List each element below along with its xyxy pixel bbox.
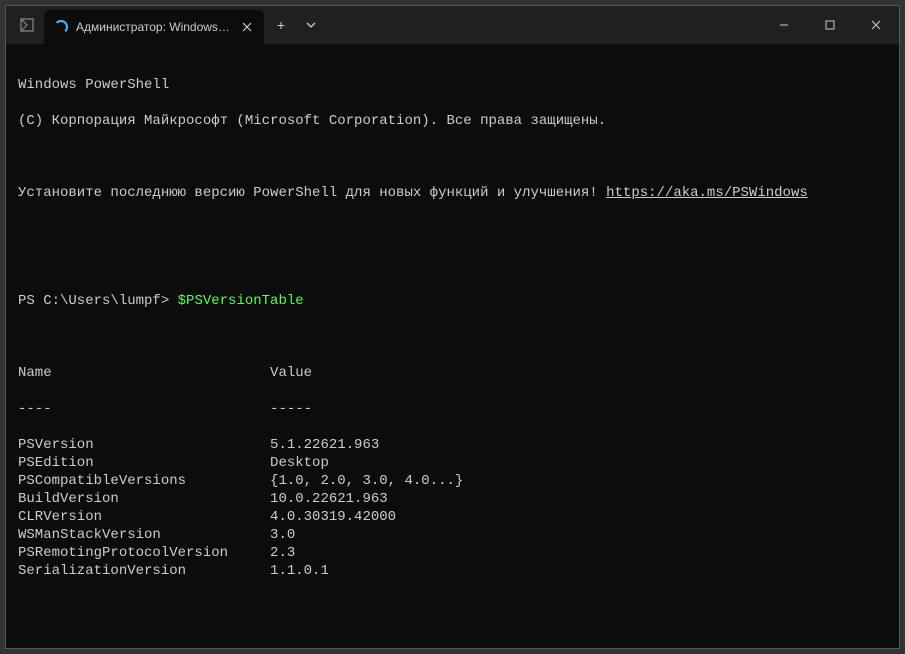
blank-line: [18, 256, 887, 274]
titlebar: Администратор: Windows Po +: [6, 6, 899, 44]
table-row: PSVersion 5.1.22621.963: [18, 436, 887, 454]
tab-close-button[interactable]: [240, 22, 254, 32]
titlebar-drag-area[interactable]: [324, 6, 761, 44]
table-row: WSManStackVersion 3.0: [18, 526, 887, 544]
table-row: PSCompatibleVersions {1.0, 2.0, 3.0, 4.0…: [18, 472, 887, 490]
tab-title: Администратор: Windows Po: [76, 20, 232, 34]
output-line: Windows PowerShell: [18, 76, 887, 94]
table-header: Name Value: [18, 364, 887, 382]
tab-active[interactable]: Администратор: Windows Po: [44, 10, 264, 44]
loading-spinner-icon: [54, 20, 68, 34]
output-line: (C) Корпорация Майкрософт (Microsoft Cor…: [18, 112, 887, 130]
table-row: SerializationVersion 1.1.0.1: [18, 562, 887, 580]
blank-line: [18, 220, 887, 238]
table-row: PSRemotingProtocolVersion 2.3: [18, 544, 887, 562]
blank-line: [18, 598, 887, 616]
link[interactable]: https://aka.ms/PSWindows: [606, 185, 808, 201]
app-menu-icon[interactable]: [6, 6, 44, 44]
prompt-line: PS C:\Users\lumpf> $PSVersionTable: [18, 292, 887, 310]
table-row: BuildVersion 10.0.22621.963: [18, 490, 887, 508]
table-divider: ---- -----: [18, 400, 887, 418]
blank-line: [18, 328, 887, 346]
output-line: Установите последнюю версию PowerShell д…: [18, 184, 887, 202]
tab-dropdown-button[interactable]: [298, 6, 324, 44]
table-row: PSEdition Desktop: [18, 454, 887, 472]
terminal-output[interactable]: Windows PowerShell (C) Корпорация Майкро…: [6, 44, 899, 648]
close-window-button[interactable]: [853, 6, 899, 44]
table-row: CLRVersion 4.0.30319.42000: [18, 508, 887, 526]
minimize-button[interactable]: [761, 6, 807, 44]
terminal-window: Администратор: Windows Po + Windows Powe…: [5, 5, 900, 649]
maximize-button[interactable]: [807, 6, 853, 44]
blank-line: [18, 634, 887, 648]
blank-line: [18, 148, 887, 166]
new-tab-button[interactable]: +: [264, 6, 298, 44]
